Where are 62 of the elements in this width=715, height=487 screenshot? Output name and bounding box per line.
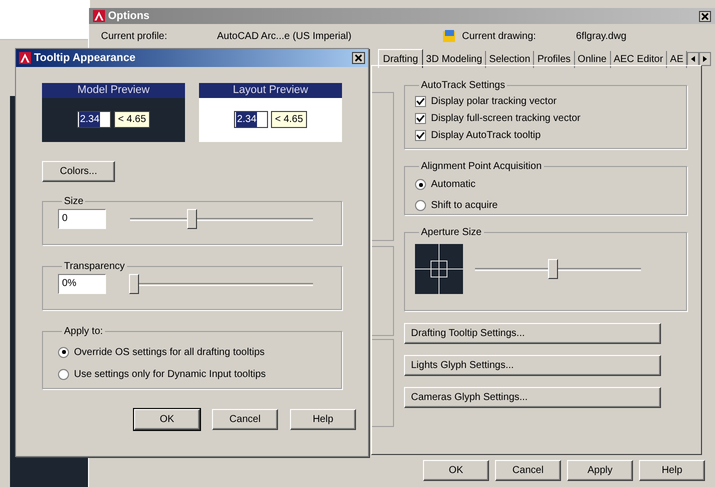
radio-button[interactable] — [58, 368, 69, 380]
radio-button[interactable] — [415, 200, 426, 211]
settings-button[interactable]: Drafting Tooltip Settings... — [404, 323, 661, 344]
angle-tooltip: < 4.65 — [114, 111, 150, 128]
aperture-preview-icon[interactable] — [415, 244, 463, 294]
group-title: Alignment Point Acquisition — [420, 160, 543, 174]
slider-thumb[interactable] — [187, 209, 198, 229]
radio-button[interactable] — [415, 179, 426, 190]
preview-title: Layout Preview — [199, 83, 342, 98]
checkbox-label: Display polar tracking vector — [431, 95, 557, 109]
tab[interactable]: Drafting — [378, 49, 424, 68]
tab[interactable]: Online — [574, 51, 611, 68]
group-title: Transparency — [63, 260, 126, 274]
profile-value: AutoCAD Arc...e (US Imperial) — [217, 30, 352, 44]
colors-button[interactable]: Colors... — [42, 161, 115, 182]
profile-label: Current profile: — [101, 30, 168, 44]
window-title: Options — [108, 8, 151, 24]
radio-label: Automatic — [431, 178, 476, 192]
group-title: AutoTrack Settings — [420, 79, 506, 93]
dialog-button[interactable]: Apply — [567, 460, 633, 481]
close-icon[interactable] — [352, 52, 365, 64]
angle-tooltip: < 4.65 — [270, 111, 308, 128]
radio-label: Override OS settings for all drafting tooltips — [74, 346, 265, 360]
dialog-button[interactable]: Cancel — [212, 409, 278, 430]
settings-button[interactable]: Lights Glyph Settings... — [404, 355, 661, 376]
tab[interactable]: Selection — [486, 51, 534, 68]
slider-track[interactable] — [130, 274, 313, 294]
settings-button[interactable]: Cameras Glyph Settings... — [404, 387, 661, 408]
dialog-button[interactable]: Help — [290, 409, 356, 430]
group-title: Size — [63, 195, 84, 209]
checkbox-label: Display AutoTrack tooltip — [431, 129, 541, 143]
slider-thumb[interactable] — [128, 274, 139, 294]
app-logo-icon[interactable] — [19, 52, 31, 64]
dialog-button[interactable]: OK — [423, 460, 489, 481]
group-title: Aperture Size — [420, 226, 483, 240]
scroll-right-icon[interactable] — [699, 52, 712, 66]
radio-button[interactable] — [58, 346, 69, 358]
preview-title: Model Preview — [42, 83, 185, 98]
input-field[interactable]: 0 — [58, 209, 106, 229]
tab[interactable]: 3D Modeling — [423, 51, 486, 68]
dimension-value: 2.34 — [236, 112, 258, 127]
tab[interactable]: Profiles — [534, 51, 575, 68]
dialog-button[interactable]: Help — [639, 460, 705, 481]
drawing-label: Current drawing: — [462, 30, 537, 44]
window-title: Tooltip Appearance — [34, 50, 136, 66]
dimension-value: 2.34 — [78, 112, 100, 127]
slider-track[interactable] — [475, 259, 641, 279]
close-icon[interactable] — [699, 10, 711, 22]
dialog-button[interactable]: OK — [134, 409, 200, 430]
dialog-button[interactable]: Cancel — [495, 460, 561, 481]
radio-label: Use settings only for Dynamic Input tooltips — [74, 368, 266, 382]
radio-label: Shift to acquire — [431, 199, 498, 213]
scroll-left-icon[interactable] — [687, 52, 700, 66]
checkbox-label: Display full-screen tracking vector — [431, 112, 580, 126]
drawing-file-icon[interactable] — [442, 29, 456, 43]
input-field[interactable]: 0% — [58, 274, 106, 294]
app-logo-icon[interactable] — [93, 10, 105, 22]
slider-thumb[interactable] — [548, 259, 558, 279]
group-title: Apply to: — [63, 325, 104, 339]
slider-track[interactable] — [130, 209, 313, 229]
tab[interactable]: AEC Editor — [610, 51, 668, 68]
drawing-value: 6flgray.dwg — [576, 30, 626, 44]
